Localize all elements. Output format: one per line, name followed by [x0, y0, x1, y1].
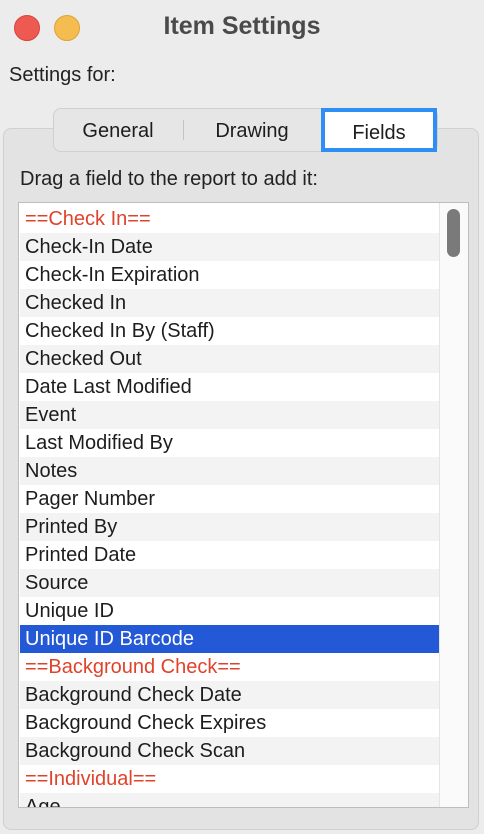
fields-list-content: ==Check In== Check-In Date Check-In Expira…	[20, 205, 439, 807]
list-item[interactable]: Event	[20, 401, 439, 429]
list-item[interactable]: Unique ID	[20, 597, 439, 625]
list-item[interactable]: Check-In Date	[20, 233, 439, 261]
scrollbar-track[interactable]	[439, 203, 468, 807]
list-section-header[interactable]: ==Background Check==	[20, 653, 439, 681]
tab-bar: General Drawing Fields	[53, 108, 438, 152]
title-bar[interactable]: Item Settings	[0, 0, 484, 56]
list-item[interactable]: Background Check Scan	[20, 737, 439, 765]
list-item[interactable]: Checked In	[20, 289, 439, 317]
list-item[interactable]: Checked In By (Staff)	[20, 317, 439, 345]
list-item[interactable]: Last Modified By	[20, 429, 439, 457]
fields-list[interactable]: ==Check In== Check-In Date Check-In Expira…	[18, 202, 469, 808]
instruction-text: Drag a field to the report to add it:	[20, 168, 318, 190]
scrollbar-thumb[interactable]	[447, 209, 460, 257]
list-item[interactable]: Notes	[20, 457, 439, 485]
list-item[interactable]: Pager Number	[20, 485, 439, 513]
list-item[interactable]: Unique ID Barcode	[20, 625, 439, 653]
window-title: Item Settings	[163, 12, 321, 40]
tab-fields[interactable]: Fields	[321, 108, 437, 152]
list-item[interactable]: Age	[20, 793, 439, 807]
list-section-header[interactable]: ==Check In==	[20, 205, 439, 233]
list-item[interactable]: Check-In Expiration	[20, 261, 439, 289]
tab-drawing[interactable]: Drawing	[184, 109, 320, 151]
list-item[interactable]: Printed By	[20, 513, 439, 541]
list-item[interactable]: Printed Date	[20, 541, 439, 569]
list-item[interactable]: Checked Out	[20, 345, 439, 373]
list-item[interactable]: Date Last Modified	[20, 373, 439, 401]
item-settings-window: Item Settings Settings for: General Draw…	[0, 0, 484, 834]
list-section-header[interactable]: ==Individual==	[20, 765, 439, 793]
list-item[interactable]: Background Check Expires	[20, 709, 439, 737]
tab-general[interactable]: General	[54, 109, 182, 151]
list-item[interactable]: Background Check Date	[20, 681, 439, 709]
settings-for-label: Settings for:	[9, 64, 116, 86]
list-item[interactable]: Source	[20, 569, 439, 597]
